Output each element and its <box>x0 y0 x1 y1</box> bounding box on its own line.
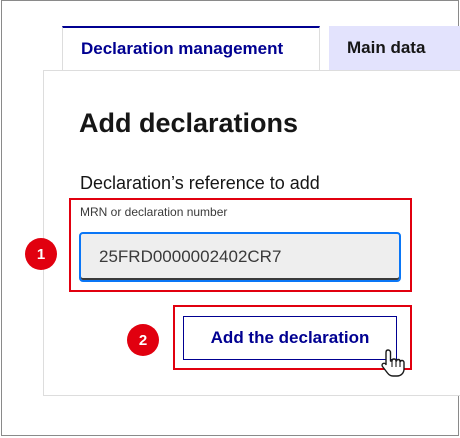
add-declaration-button[interactable]: Add the declaration <box>183 316 397 360</box>
pointer-hand-icon <box>381 349 405 377</box>
section-title: Add declarations <box>79 108 299 138</box>
tab-main-data[interactable]: Main data <box>329 26 460 70</box>
field-label: Declaration’s reference to add <box>80 173 320 193</box>
step-badge-2: 2 <box>127 324 159 356</box>
step-badge-1: 1 <box>25 238 57 270</box>
declaration-reference-input[interactable] <box>79 232 401 282</box>
tab-label: Main data <box>347 38 426 57</box>
tab-label: Declaration management <box>81 39 284 58</box>
tab-declaration-management[interactable]: Declaration management <box>62 26 320 70</box>
field-hint: MRN or declaration number <box>80 205 228 219</box>
